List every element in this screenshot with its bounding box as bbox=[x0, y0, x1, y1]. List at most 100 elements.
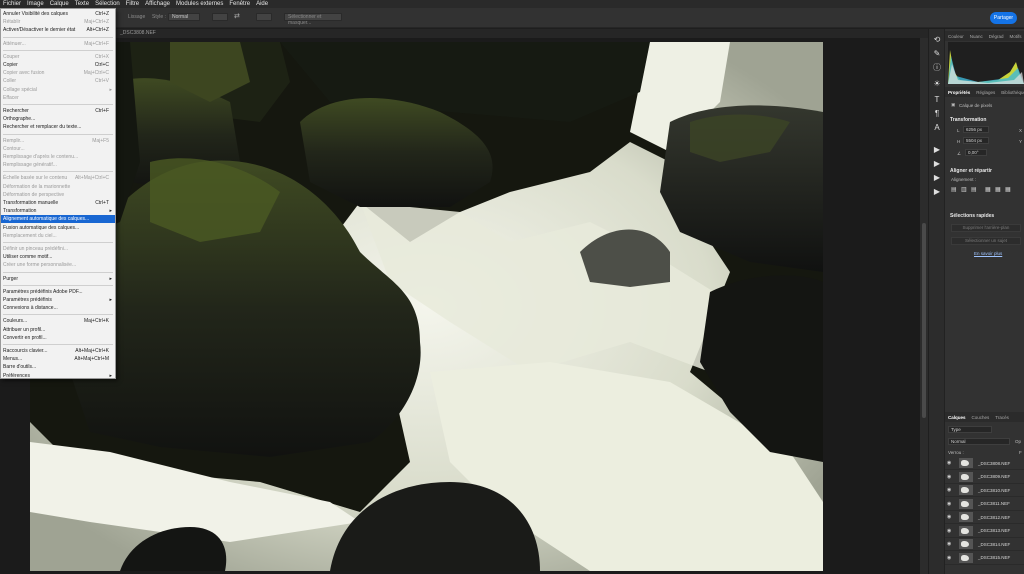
align-right-icon[interactable]: ▤ bbox=[971, 187, 977, 193]
panel-tab[interactable]: Tracés bbox=[992, 415, 1012, 420]
align-bottom-icon[interactable]: ▦ bbox=[1005, 187, 1011, 193]
width-input[interactable] bbox=[212, 13, 228, 21]
eye-icon[interactable]: ◉ bbox=[947, 555, 955, 561]
align-center-icon[interactable]: ▥ bbox=[961, 187, 967, 193]
edit-menu-item[interactable]: Remplissage génératif... bbox=[1, 161, 115, 169]
edit-menu-item[interactable]: Préférences ▸ bbox=[1, 372, 115, 380]
panel-tab[interactable]: Propriétés bbox=[945, 90, 973, 95]
edit-menu-item[interactable]: Remplacement du ciel... bbox=[1, 232, 115, 240]
eye-icon[interactable]: ◉ bbox=[947, 487, 955, 493]
eye-icon[interactable]: ◉ bbox=[947, 474, 955, 480]
panel-tab[interactable]: Motifs bbox=[1007, 34, 1024, 39]
edit-menu-item[interactable]: Couleurs... Maj+Ctrl+K bbox=[1, 317, 115, 325]
edit-menu-item[interactable]: Déformation de la marionnette bbox=[1, 183, 115, 191]
align-left-icon[interactable]: ▤ bbox=[951, 187, 957, 193]
edit-menu-item[interactable]: Coller Ctrl+V bbox=[1, 77, 115, 85]
waterfall-photo[interactable] bbox=[30, 42, 823, 571]
edit-menu-item[interactable]: Créer une forme personnalisée... bbox=[1, 261, 115, 269]
edit-menu-item[interactable]: Orthographe... bbox=[1, 115, 115, 123]
menu-4[interactable]: Sélection bbox=[92, 0, 123, 8]
panel-tab[interactable]: Couches bbox=[969, 415, 993, 420]
panel-tab[interactable]: Nuanc bbox=[967, 34, 986, 39]
edit-menu-item[interactable]: Purger ▸ bbox=[1, 275, 115, 283]
edit-menu-item[interactable]: Déformation de perspective bbox=[1, 191, 115, 199]
layer-row[interactable]: ◉ _DSC3810.NEF bbox=[945, 484, 1024, 497]
edit-menu-item[interactable]: Couper Ctrl+X bbox=[1, 53, 115, 61]
angle-field[interactable]: 0,00° bbox=[965, 149, 987, 156]
edit-menu-item[interactable]: Copier Ctrl+C bbox=[1, 61, 115, 69]
menu-2[interactable]: Calque bbox=[47, 0, 72, 8]
menu-7[interactable]: Modules externes bbox=[173, 0, 226, 8]
play-icon-3[interactable]: ▶ bbox=[932, 173, 942, 182]
layers-filter[interactable]: Type bbox=[948, 426, 992, 433]
edit-menu-item[interactable]: Utiliser comme motif... bbox=[1, 253, 115, 261]
swap-icon[interactable]: ⇄ bbox=[234, 12, 240, 20]
share-button[interactable]: Partager bbox=[990, 12, 1017, 24]
panel-tab[interactable]: Couleur bbox=[945, 34, 967, 39]
edit-menu-item[interactable]: Attribuer un profil... bbox=[1, 326, 115, 334]
menu-5[interactable]: Filtre bbox=[123, 0, 142, 8]
edit-menu-item[interactable]: Menus... Alt+Maj+Ctrl+M bbox=[1, 355, 115, 363]
edit-menu-item[interactable]: Contour... bbox=[1, 145, 115, 153]
layer-row[interactable]: ◉ _DSC3809.NEF bbox=[945, 471, 1024, 484]
edit-menu-item[interactable]: Alignement automatique des calques... bbox=[1, 215, 115, 224]
edit-menu-item[interactable]: Convertir en profil... bbox=[1, 334, 115, 342]
select-and-mask-button[interactable]: Sélectionner et masquer... bbox=[284, 13, 342, 26]
edit-menu-item[interactable]: Remplir... Maj+F5 bbox=[1, 137, 115, 145]
edit-menu-item[interactable]: Échelle basée sur le contenu Alt+Maj+Ctrl… bbox=[1, 174, 115, 182]
edit-menu-item[interactable]: Connexions à distance... bbox=[1, 304, 115, 312]
scrollbar-thumb[interactable] bbox=[922, 223, 926, 418]
remove-background-button[interactable]: Supprimer l'arrière-plan bbox=[951, 224, 1021, 232]
edit-menu-item[interactable]: Définir un pinceau prédéfini... bbox=[1, 245, 115, 253]
menu-1[interactable]: Image bbox=[24, 0, 47, 8]
edit-menu-item[interactable]: Rechercher et remplacer du texte... bbox=[1, 123, 115, 131]
edit-menu-item[interactable]: Rechercher Ctrl+F bbox=[1, 107, 115, 115]
eye-icon[interactable]: ◉ bbox=[947, 541, 955, 547]
history-icon[interactable]: ⟲ bbox=[932, 35, 942, 44]
edit-menu-item[interactable]: Collage spécial ▸ bbox=[1, 86, 115, 94]
menu-3[interactable]: Texte bbox=[72, 0, 92, 8]
edit-menu-item[interactable]: Fusion automatique des calques... bbox=[1, 224, 115, 232]
panel-tab[interactable]: Dégrad bbox=[986, 34, 1007, 39]
layer-row[interactable]: ◉ _DSC3808.NEF bbox=[945, 457, 1024, 470]
eye-icon[interactable]: ◉ bbox=[947, 501, 955, 507]
canvas-area[interactable] bbox=[0, 38, 920, 574]
edit-menu-item[interactable]: Paramètres prédéfinis Adobe PDF... bbox=[1, 288, 115, 296]
height-input[interactable] bbox=[256, 13, 272, 21]
blend-mode-select[interactable]: Normal bbox=[948, 438, 1010, 445]
menu-9[interactable]: Aide bbox=[253, 0, 271, 8]
layer-row[interactable]: ◉ _DSC3813.NEF bbox=[945, 525, 1024, 538]
height-field[interactable]: 5504 px bbox=[963, 137, 989, 144]
play-icon-1[interactable]: ▶ bbox=[932, 145, 942, 154]
align-middle-icon[interactable]: ▦ bbox=[995, 187, 1001, 193]
edit-menu-item[interactable]: Transformation manuelle Ctrl+T bbox=[1, 199, 115, 207]
align-top-icon[interactable]: ▦ bbox=[985, 187, 991, 193]
edit-menu-item[interactable]: Rétablir Maj+Ctrl+Z bbox=[1, 18, 115, 26]
eye-icon[interactable]: ◉ bbox=[947, 514, 955, 520]
layer-row[interactable]: ◉ _DSC3812.NEF bbox=[945, 511, 1024, 524]
style-select[interactable]: Normal bbox=[168, 13, 200, 21]
edit-menu-item[interactable]: Raccourcis clavier... Alt+Maj+Ctrl+K bbox=[1, 347, 115, 355]
layer-row[interactable]: ◉ _DSC3811.NEF bbox=[945, 498, 1024, 511]
char-icon[interactable]: A bbox=[932, 123, 942, 132]
menu-6[interactable]: Affichage bbox=[142, 0, 173, 8]
width-field[interactable]: 6256 px bbox=[963, 126, 989, 133]
panel-tab[interactable]: Calques bbox=[945, 415, 969, 420]
vertical-scrollbar[interactable] bbox=[920, 38, 928, 574]
layer-row[interactable]: ◉ _DSC3814.NEF bbox=[945, 538, 1024, 551]
text-icon[interactable]: T bbox=[932, 95, 942, 104]
edit-menu-item[interactable]: Effacer bbox=[1, 94, 115, 102]
edit-menu-item[interactable]: Barre d'outils... bbox=[1, 363, 115, 371]
edit-menu-item[interactable]: Remplissage d'après le contenu... bbox=[1, 153, 115, 161]
menu-0[interactable]: Fichier bbox=[0, 0, 24, 8]
edit-menu-item[interactable]: Copier avec fusion Maj+Ctrl+C bbox=[1, 69, 115, 77]
panel-tab[interactable]: Bibliothèques bbox=[998, 90, 1024, 95]
learn-more-link[interactable]: En savoir plus bbox=[974, 251, 1002, 256]
paragraph-icon[interactable]: ¶ bbox=[932, 109, 942, 118]
edit-menu-item[interactable]: Activer/Désactiver le dernier état Alt+Ct… bbox=[1, 26, 115, 34]
layer-row[interactable]: ◉ _DSC3815.NEF bbox=[945, 552, 1024, 565]
edit-menu-item[interactable]: Annuler Visibilité des calques Ctrl+Z bbox=[1, 10, 115, 18]
play-icon-2[interactable]: ▶ bbox=[932, 159, 942, 168]
edit-menu-item[interactable]: Transformation ▸ bbox=[1, 207, 115, 215]
brush-icon[interactable]: ✎ bbox=[932, 49, 942, 58]
